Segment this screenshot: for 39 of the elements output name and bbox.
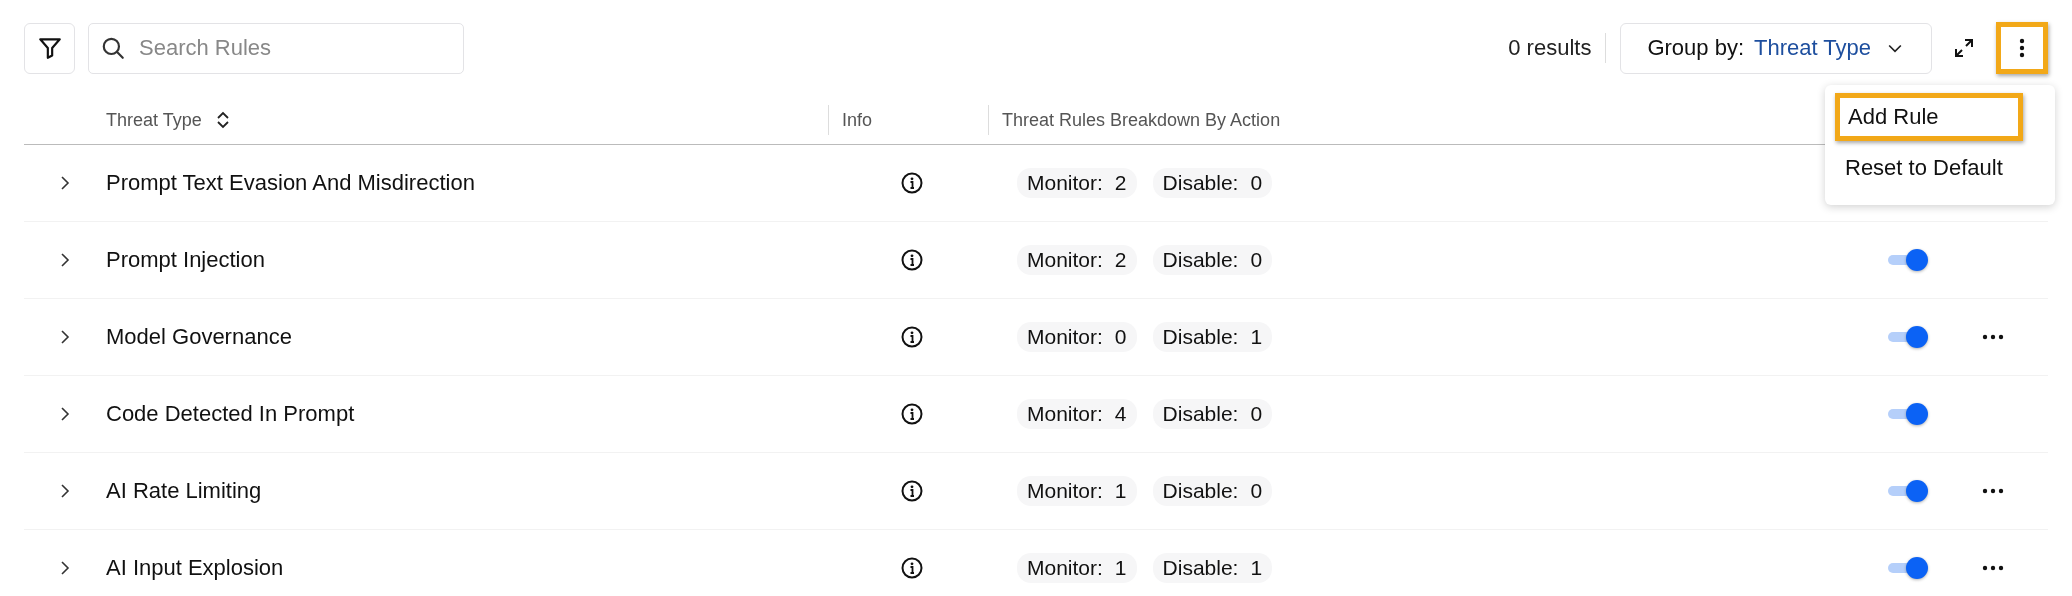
threat-type-name: Model Governance	[106, 324, 292, 349]
filter-button[interactable]	[24, 22, 75, 74]
info-icon[interactable]	[900, 479, 924, 503]
monitor-count-pill: Monitor: 1	[1017, 553, 1137, 583]
column-header: Threat Rules Breakdown By Action	[1002, 109, 1281, 131]
threat-type-name: AI Input Explosion	[106, 555, 284, 580]
monitor-count-pill: Monitor: 4	[1017, 399, 1137, 429]
monitor-count-pill: Monitor: 1	[1017, 476, 1137, 506]
info-icon[interactable]	[900, 325, 924, 349]
info-icon[interactable]	[900, 556, 924, 580]
expand-icon	[1952, 36, 1976, 60]
group-by-dropdown[interactable]: Group by: Threat Type	[1620, 22, 1932, 74]
threat-type-name: Prompt Text Evasion And Misdirection	[106, 170, 475, 195]
menu-item[interactable]: Add Rule	[1835, 93, 2023, 141]
results-count: 0 results	[1508, 35, 1592, 61]
threat-type-name: Prompt Injection	[106, 247, 265, 272]
search-field[interactable]: Search Rules	[88, 22, 464, 74]
menu-item[interactable]: Reset to Default	[1835, 145, 2045, 191]
disable-count-pill: Disable: 0	[1152, 399, 1273, 429]
horizontal-dots-icon	[1982, 564, 2004, 572]
disable-count-pill: Disable: 0	[1152, 168, 1273, 198]
threat-type-name: AI Rate Limiting	[106, 478, 262, 503]
disable-count-pill: Disable: 0	[1152, 245, 1273, 275]
monitor-count-pill: Monitor: 0	[1017, 322, 1137, 352]
threat-type-name: Code Detected In Prompt	[106, 401, 355, 426]
filter-icon	[36, 35, 63, 61]
column-header: Info	[842, 109, 873, 131]
vertical-dots-icon	[2018, 36, 2026, 60]
info-icon[interactable]	[900, 402, 924, 426]
disable-count-pill: Disable: 1	[1152, 553, 1273, 583]
horizontal-dots-icon	[1982, 487, 2004, 495]
monitor-count-pill: Monitor: 2	[1017, 168, 1137, 198]
info-icon[interactable]	[900, 248, 924, 272]
disable-count-pill: Disable: 0	[1152, 476, 1273, 506]
column-header[interactable]: Threat Type	[106, 109, 202, 131]
horizontal-dots-icon	[1982, 333, 2004, 341]
monitor-count-pill: Monitor: 2	[1017, 245, 1137, 275]
info-icon[interactable]	[900, 171, 924, 195]
disable-count-pill: Disable: 1	[1152, 322, 1273, 352]
